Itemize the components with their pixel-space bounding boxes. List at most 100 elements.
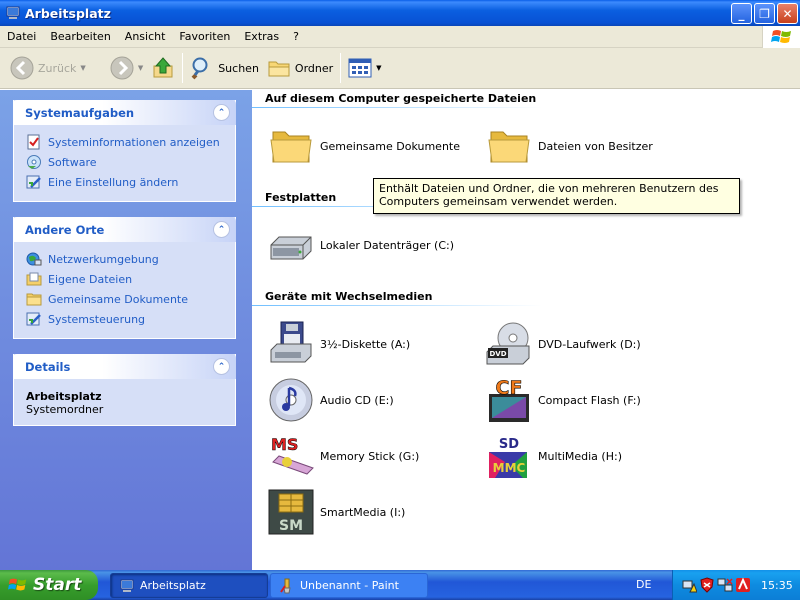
start-button[interactable]: Start xyxy=(0,570,98,600)
folders-button[interactable]: Ordner xyxy=(263,51,337,85)
place-my-documents[interactable]: Eigene Dateien xyxy=(26,269,223,289)
collapse-icon[interactable]: ⌃ xyxy=(213,358,230,375)
task-software[interactable]: Software xyxy=(26,152,223,172)
dvd-icon: DVD xyxy=(486,322,530,365)
forward-dropdown-icon[interactable]: ▼ xyxy=(138,64,143,72)
place-label: Systemsteuerung xyxy=(48,312,146,326)
details-title: Details xyxy=(25,359,71,374)
item-dvd-d[interactable]: DVD DVD-Laufwerk (D:) xyxy=(485,320,641,368)
svg-text:MMC: MMC xyxy=(493,461,526,475)
task-sysinfo[interactable]: Systeminformationen anzeigen xyxy=(26,132,223,152)
item-label: Compact Flash (F:) xyxy=(538,393,641,407)
back-dropdown-icon[interactable]: ▼ xyxy=(80,64,85,72)
maximize-button[interactable]: ❐ xyxy=(754,3,775,24)
item-audio-cd-e[interactable]: Audio CD (E:) xyxy=(267,376,394,424)
menu-help[interactable]: ? xyxy=(286,30,306,43)
menu-file[interactable]: Datei xyxy=(0,30,43,43)
folders-label: Ordner xyxy=(294,61,334,75)
item-compact-flash-f[interactable]: CF Compact Flash (F:) xyxy=(485,376,641,424)
search-button[interactable]: Suchen xyxy=(186,51,263,85)
back-label: Zurück xyxy=(38,61,77,75)
place-network[interactable]: Netzwerkumgebung xyxy=(26,249,223,269)
taskbar: Start Arbeitsplatz Unbenannt - Paint DE xyxy=(0,570,800,600)
item-smartmedia-i[interactable]: SM SmartMedia (I:) xyxy=(267,488,405,536)
place-label: Gemeinsame Dokumente xyxy=(48,292,188,306)
folder-icon xyxy=(270,131,312,163)
smartmedia-icon: SM xyxy=(268,489,314,535)
control-panel-icon xyxy=(26,312,41,326)
system-tasks-title: Systemaufgaben xyxy=(25,105,135,120)
item-floppy-a[interactable]: 3½-Diskette (A:) xyxy=(267,320,410,368)
folder-icon xyxy=(488,131,530,163)
settings-icon xyxy=(26,175,41,189)
details-header[interactable]: Details ⌃ xyxy=(13,354,236,379)
menu-favorites[interactable]: Favoriten xyxy=(172,30,237,43)
taskbar-item-arbeitsplatz[interactable]: Arbeitsplatz xyxy=(110,573,268,598)
item-label: MultiMedia (H:) xyxy=(538,449,622,463)
antivirus-icon[interactable] xyxy=(735,577,751,593)
section-hard-disks: Festplatten xyxy=(265,191,337,204)
software-icon xyxy=(27,155,41,169)
menu-view[interactable]: Ansicht xyxy=(118,30,173,43)
minimize-icon: _ xyxy=(738,6,745,21)
item-label: Audio CD (E:) xyxy=(320,393,394,407)
folders-icon xyxy=(268,61,290,77)
close-icon: ✕ xyxy=(782,6,793,21)
clock[interactable]: 15:35 xyxy=(761,579,793,592)
compact-flash-icon: CF xyxy=(489,377,529,422)
task-pane: Systemaufgaben ⌃ Systeminformationen anz… xyxy=(0,90,252,570)
item-owner-files[interactable]: Dateien von Besitzer xyxy=(485,122,653,170)
svg-text:SD: SD xyxy=(499,437,519,452)
views-button[interactable]: ▼ xyxy=(344,51,385,85)
window-title: Arbeitsplatz xyxy=(25,5,111,21)
collapse-icon[interactable]: ⌃ xyxy=(213,104,230,121)
section-stored-files: Auf diesem Computer gespeicherte Dateien xyxy=(265,92,537,105)
menu-tools[interactable]: Extras xyxy=(237,30,286,43)
toolbar-separator xyxy=(182,53,184,83)
forward-button[interactable]: ▼ xyxy=(106,51,147,85)
taskbar-item-paint[interactable]: Unbenannt - Paint xyxy=(270,573,428,598)
item-memory-stick-g[interactable]: MS Memory Stick (G:) xyxy=(267,432,419,480)
other-places-panel: Andere Orte ⌃ Netzwerkumgebung Eigene Da… xyxy=(13,217,236,339)
start-label: Start xyxy=(33,575,82,595)
svg-text:SM: SM xyxy=(279,518,303,534)
close-button[interactable]: ✕ xyxy=(777,3,798,24)
item-shared-documents[interactable]: Gemeinsame Dokumente xyxy=(267,122,460,170)
item-label: Memory Stick (G:) xyxy=(320,449,420,463)
views-dropdown-icon[interactable]: ▼ xyxy=(376,64,381,72)
title-bar[interactable]: Arbeitsplatz _ ❐ ✕ xyxy=(0,0,800,26)
minimize-button[interactable]: _ xyxy=(731,3,752,24)
my-computer-icon xyxy=(120,579,134,592)
section-removable: Geräte mit Wechselmedien xyxy=(265,290,433,303)
place-control-panel[interactable]: Systemsteuerung xyxy=(26,309,223,329)
details-name: Arbeitsplatz xyxy=(26,390,102,403)
item-local-disk-c[interactable]: Lokaler Datenträger (C:) xyxy=(267,221,454,269)
security-shield-icon[interactable] xyxy=(699,577,715,593)
item-label: 3½-Diskette (A:) xyxy=(320,337,411,351)
section-divider xyxy=(252,107,542,108)
task-change-setting[interactable]: Eine Einstellung ändern xyxy=(26,172,223,192)
system-tasks-header[interactable]: Systemaufgaben ⌃ xyxy=(13,100,236,125)
place-shared-documents[interactable]: Gemeinsame Dokumente xyxy=(26,289,223,309)
other-places-header[interactable]: Andere Orte ⌃ xyxy=(13,217,236,242)
multimedia-card-icon: SD MMC xyxy=(489,437,527,478)
audio-cd-icon xyxy=(269,378,313,422)
menu-edit[interactable]: Bearbeiten xyxy=(43,30,117,43)
item-label: Dateien von Besitzer xyxy=(538,139,653,153)
maximize-icon: ❐ xyxy=(759,6,770,21)
documents-icon xyxy=(26,272,42,286)
system-tasks-panel: Systemaufgaben ⌃ Systeminformationen anz… xyxy=(13,100,236,202)
language-indicator[interactable]: DE xyxy=(636,578,651,591)
collapse-icon[interactable]: ⌃ xyxy=(213,221,230,238)
task-label: Eine Einstellung ändern xyxy=(48,175,179,189)
network-connections-icon[interactable] xyxy=(717,577,733,593)
back-arrow-icon xyxy=(10,56,34,80)
taskbar-item-label: Unbenannt - Paint xyxy=(300,579,399,592)
taskbar-item-label: Arbeitsplatz xyxy=(140,579,206,592)
svg-text:MS: MS xyxy=(271,435,298,454)
up-button[interactable] xyxy=(147,51,179,85)
item-multimedia-h[interactable]: SD MMC MultiMedia (H:) xyxy=(485,432,622,480)
network-warning-icon[interactable] xyxy=(681,577,697,593)
back-button[interactable]: Zurück ▼ xyxy=(6,51,90,85)
item-label: Gemeinsame Dokumente xyxy=(320,139,460,153)
